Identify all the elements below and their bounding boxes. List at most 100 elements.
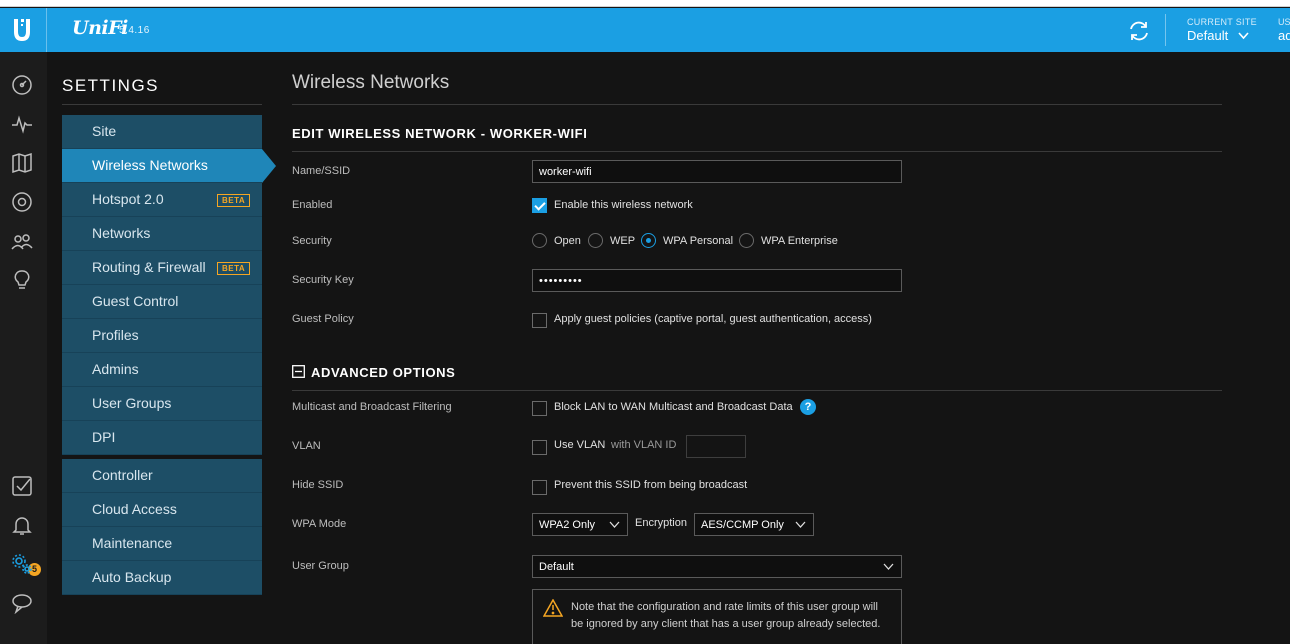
refresh-icon[interactable] bbox=[1127, 19, 1151, 43]
menu-item-profiles[interactable]: Profiles bbox=[62, 319, 262, 353]
current-site-selector[interactable]: Default bbox=[1187, 28, 1249, 43]
security-radio-wpa-enterprise[interactable] bbox=[739, 233, 754, 248]
menu-item-networks[interactable]: Networks bbox=[62, 217, 262, 251]
menu-item-routing-firewall[interactable]: Routing & Firewall BETA bbox=[62, 251, 262, 285]
hide-ssid-checkbox-label: Prevent this SSID from being broadcast bbox=[554, 479, 748, 491]
nav-insights[interactable] bbox=[11, 269, 33, 291]
lightbulb-icon bbox=[14, 270, 30, 289]
nav-alerts[interactable] bbox=[11, 514, 33, 536]
vlan-id-label: with VLAN ID bbox=[611, 439, 677, 451]
section-divider bbox=[292, 151, 1222, 152]
nav-statistics[interactable] bbox=[11, 113, 33, 135]
top-bar: UniFi 5.4.16 CURRENT SITE Default US ad bbox=[0, 8, 1290, 52]
enabled-label: Enabled bbox=[292, 199, 333, 211]
menu-item-admins[interactable]: Admins bbox=[62, 353, 262, 387]
nav-map[interactable] bbox=[11, 152, 33, 174]
menu-item-controller[interactable]: Controller bbox=[62, 459, 262, 493]
chevron-down-icon bbox=[609, 521, 620, 528]
nav-settings[interactable] bbox=[11, 553, 33, 575]
security-radio-wep[interactable] bbox=[588, 233, 603, 248]
ssid-input[interactable]: worker-wifi bbox=[532, 160, 902, 183]
chevron-down-icon bbox=[1238, 32, 1249, 40]
menu-item-wireless-networks[interactable]: Wireless Networks bbox=[62, 149, 276, 183]
menu-item-label: DPI bbox=[92, 429, 116, 445]
nav-dashboard[interactable] bbox=[11, 74, 33, 96]
user-group-warning: Note that the configuration and rate lim… bbox=[532, 589, 902, 644]
menu-item-label: Hotspot 2.0 bbox=[92, 191, 164, 207]
help-icon[interactable]: ? bbox=[800, 399, 816, 415]
menu-item-label: User Groups bbox=[92, 395, 172, 411]
topbar-divider bbox=[1165, 14, 1166, 46]
advanced-options-heading[interactable]: ADVANCED OPTIONS bbox=[311, 365, 455, 380]
menu-item-label: Routing & Firewall bbox=[92, 259, 206, 275]
menu-item-label: Admins bbox=[92, 361, 139, 377]
nav-chat[interactable] bbox=[11, 592, 33, 615]
chevron-down-icon bbox=[795, 521, 806, 528]
security-option-open: Open bbox=[554, 235, 581, 247]
pulse-icon bbox=[12, 115, 32, 134]
security-option-wep: WEP bbox=[610, 235, 636, 247]
checklist-icon bbox=[12, 476, 32, 496]
security-key-input[interactable]: ••••••••• bbox=[532, 269, 902, 292]
encryption-select[interactable]: AES/CCMP Only bbox=[694, 513, 814, 536]
settings-divider bbox=[62, 104, 262, 105]
beta-badge: BETA bbox=[217, 262, 251, 275]
menu-item-label: Wireless Networks bbox=[92, 157, 208, 173]
security-key-label: Security Key bbox=[292, 274, 354, 286]
menu-item-cloud-access[interactable]: Cloud Access bbox=[62, 493, 262, 527]
multicast-label: Multicast and Broadcast Filtering bbox=[292, 401, 452, 413]
multicast-checkbox-label: Block LAN to WAN Multicast and Broadcast… bbox=[554, 401, 793, 413]
left-nav: 5 bbox=[0, 52, 47, 644]
nav-devices[interactable] bbox=[11, 191, 33, 213]
security-option-wpa-enterprise: WPA Enterprise bbox=[761, 235, 838, 247]
hide-ssid-label: Hide SSID bbox=[292, 479, 344, 491]
menu-item-dpi[interactable]: DPI bbox=[62, 421, 262, 455]
page-title: Wireless Networks bbox=[292, 72, 450, 93]
map-icon bbox=[12, 152, 32, 174]
dashboard-icon bbox=[12, 75, 32, 95]
nav-clients[interactable] bbox=[11, 230, 33, 252]
multicast-checkbox[interactable] bbox=[532, 401, 547, 416]
hide-ssid-checkbox[interactable] bbox=[532, 480, 547, 495]
advanced-divider bbox=[292, 390, 1222, 391]
vlan-checkbox-label: Use VLAN bbox=[554, 439, 606, 451]
nav-events[interactable] bbox=[11, 475, 33, 497]
version-label: 5.4.16 bbox=[119, 25, 150, 36]
menu-item-maintenance[interactable]: Maintenance bbox=[62, 527, 262, 561]
menu-item-label: Networks bbox=[92, 225, 151, 241]
current-site-value: Default bbox=[1187, 28, 1229, 43]
chat-bubble-icon bbox=[12, 594, 32, 615]
user-group-select[interactable]: Default bbox=[532, 555, 902, 578]
security-radio-open[interactable] bbox=[532, 233, 547, 248]
menu-item-label: Guest Control bbox=[92, 293, 179, 309]
menu-item-auto-backup[interactable]: Auto Backup bbox=[62, 561, 262, 595]
warning-icon bbox=[543, 599, 563, 617]
devices-icon bbox=[12, 192, 32, 212]
current-site-label: CURRENT SITE bbox=[1187, 17, 1257, 27]
vlan-label: VLAN bbox=[292, 440, 321, 452]
enabled-checkbox[interactable] bbox=[532, 198, 547, 213]
security-radio-wpa-personal[interactable] bbox=[641, 233, 656, 248]
menu-item-user-groups[interactable]: User Groups bbox=[62, 387, 262, 421]
ubiquiti-logo-icon[interactable] bbox=[12, 18, 32, 42]
logo-divider bbox=[46, 8, 47, 52]
vlan-checkbox[interactable] bbox=[532, 440, 547, 455]
wpa-mode-value: WPA2 Only bbox=[539, 519, 596, 531]
user-group-value: Default bbox=[539, 561, 574, 573]
vlan-id-input[interactable] bbox=[686, 435, 746, 458]
menu-item-label: Controller bbox=[92, 467, 153, 483]
guest-policy-checkbox[interactable] bbox=[532, 313, 547, 328]
encryption-label: Encryption bbox=[635, 517, 687, 529]
user-value[interactable]: ad bbox=[1278, 28, 1290, 43]
menu-item-label: Maintenance bbox=[92, 535, 173, 551]
settings-menu: Site Wireless Networks Hotspot 2.0 BETA N… bbox=[62, 115, 276, 595]
menu-item-hotspot[interactable]: Hotspot 2.0 BETA bbox=[62, 183, 262, 217]
minus-square-icon[interactable] bbox=[292, 365, 305, 378]
guest-policy-checkbox-label: Apply guest policies (captive portal, gu… bbox=[554, 313, 872, 325]
browser-strip bbox=[0, 0, 1290, 7]
encryption-value: AES/CCMP Only bbox=[701, 519, 784, 531]
menu-item-guest-control[interactable]: Guest Control bbox=[62, 285, 262, 319]
wpa-mode-select[interactable]: WPA2 Only bbox=[532, 513, 628, 536]
menu-item-site[interactable]: Site bbox=[62, 115, 262, 149]
security-label: Security bbox=[292, 235, 332, 247]
